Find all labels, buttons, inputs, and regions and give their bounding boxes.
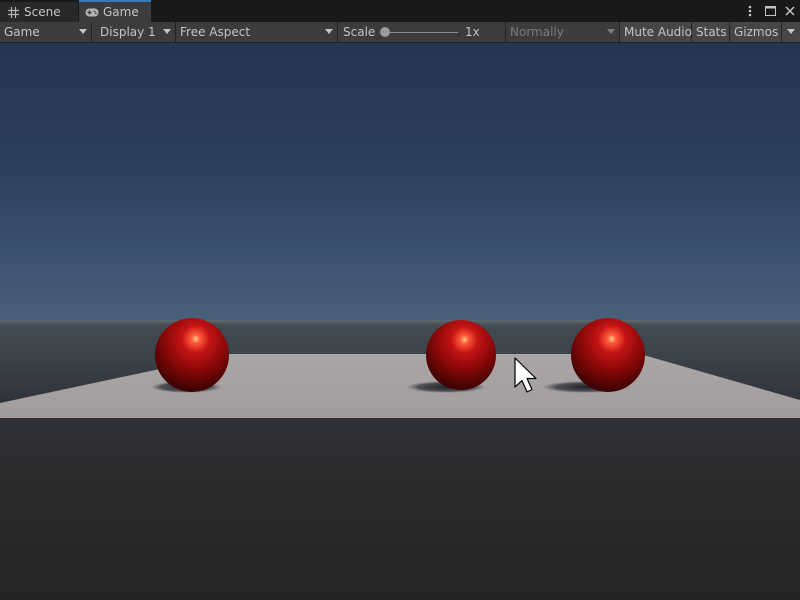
scale-slider-track[interactable] xyxy=(384,32,458,33)
window-controls xyxy=(742,0,798,22)
stats-button[interactable]: Stats xyxy=(692,22,730,42)
aspect-ratio-dropdown[interactable]: Free Aspect xyxy=(176,22,338,42)
game-view-toolbar: Game Display 1 Free Aspect Scale 1x Norm… xyxy=(0,22,800,43)
red-sphere-1[interactable] xyxy=(155,318,229,392)
red-sphere-2[interactable] xyxy=(426,320,496,390)
display-dropdown[interactable]: Display 1 xyxy=(92,22,176,42)
tab-game[interactable]: Game xyxy=(79,0,151,22)
chevron-down-icon xyxy=(787,29,795,34)
aspect-ratio-value: Free Aspect xyxy=(180,25,251,39)
gizmos-label: Gizmos xyxy=(734,25,779,39)
gizmos-button[interactable]: Gizmos xyxy=(730,22,782,42)
display-value: Display 1 xyxy=(100,25,156,39)
stats-label: Stats xyxy=(696,25,727,39)
scene-render xyxy=(0,318,800,418)
play-mode-value: Normally xyxy=(510,25,564,39)
tab-scene[interactable]: Scene xyxy=(0,2,78,22)
view-type-dropdown[interactable]: Game xyxy=(0,22,92,42)
kebab-menu-icon[interactable] xyxy=(742,3,758,19)
play-mode-dropdown[interactable]: Normally xyxy=(506,22,620,42)
chevron-down-icon xyxy=(325,29,333,34)
tab-scene-label: Scene xyxy=(24,5,61,19)
gizmos-dropdown[interactable] xyxy=(782,22,800,42)
chevron-down-icon xyxy=(79,29,87,34)
tab-game-label: Game xyxy=(103,5,139,19)
chevron-down-icon xyxy=(607,29,615,34)
tab-strip: Scene Game xyxy=(0,0,800,22)
scale-slider-handle[interactable] xyxy=(380,27,390,37)
mute-audio-label: Mute Audio xyxy=(624,25,692,39)
chevron-down-icon xyxy=(163,29,171,34)
maximize-icon[interactable] xyxy=(762,3,778,19)
game-viewport[interactable] xyxy=(0,43,800,600)
close-icon[interactable] xyxy=(782,3,798,19)
mute-audio-button[interactable]: Mute Audio xyxy=(620,22,692,42)
grid-icon xyxy=(6,5,20,19)
scale-label: Scale xyxy=(343,25,376,39)
scale-control: Scale 1x xyxy=(338,22,506,42)
gamepad-icon xyxy=(85,5,99,19)
red-sphere-3[interactable] xyxy=(571,318,645,392)
view-type-value: Game xyxy=(4,25,40,39)
ground-plane xyxy=(0,354,800,418)
scale-value: 1x xyxy=(465,25,480,39)
